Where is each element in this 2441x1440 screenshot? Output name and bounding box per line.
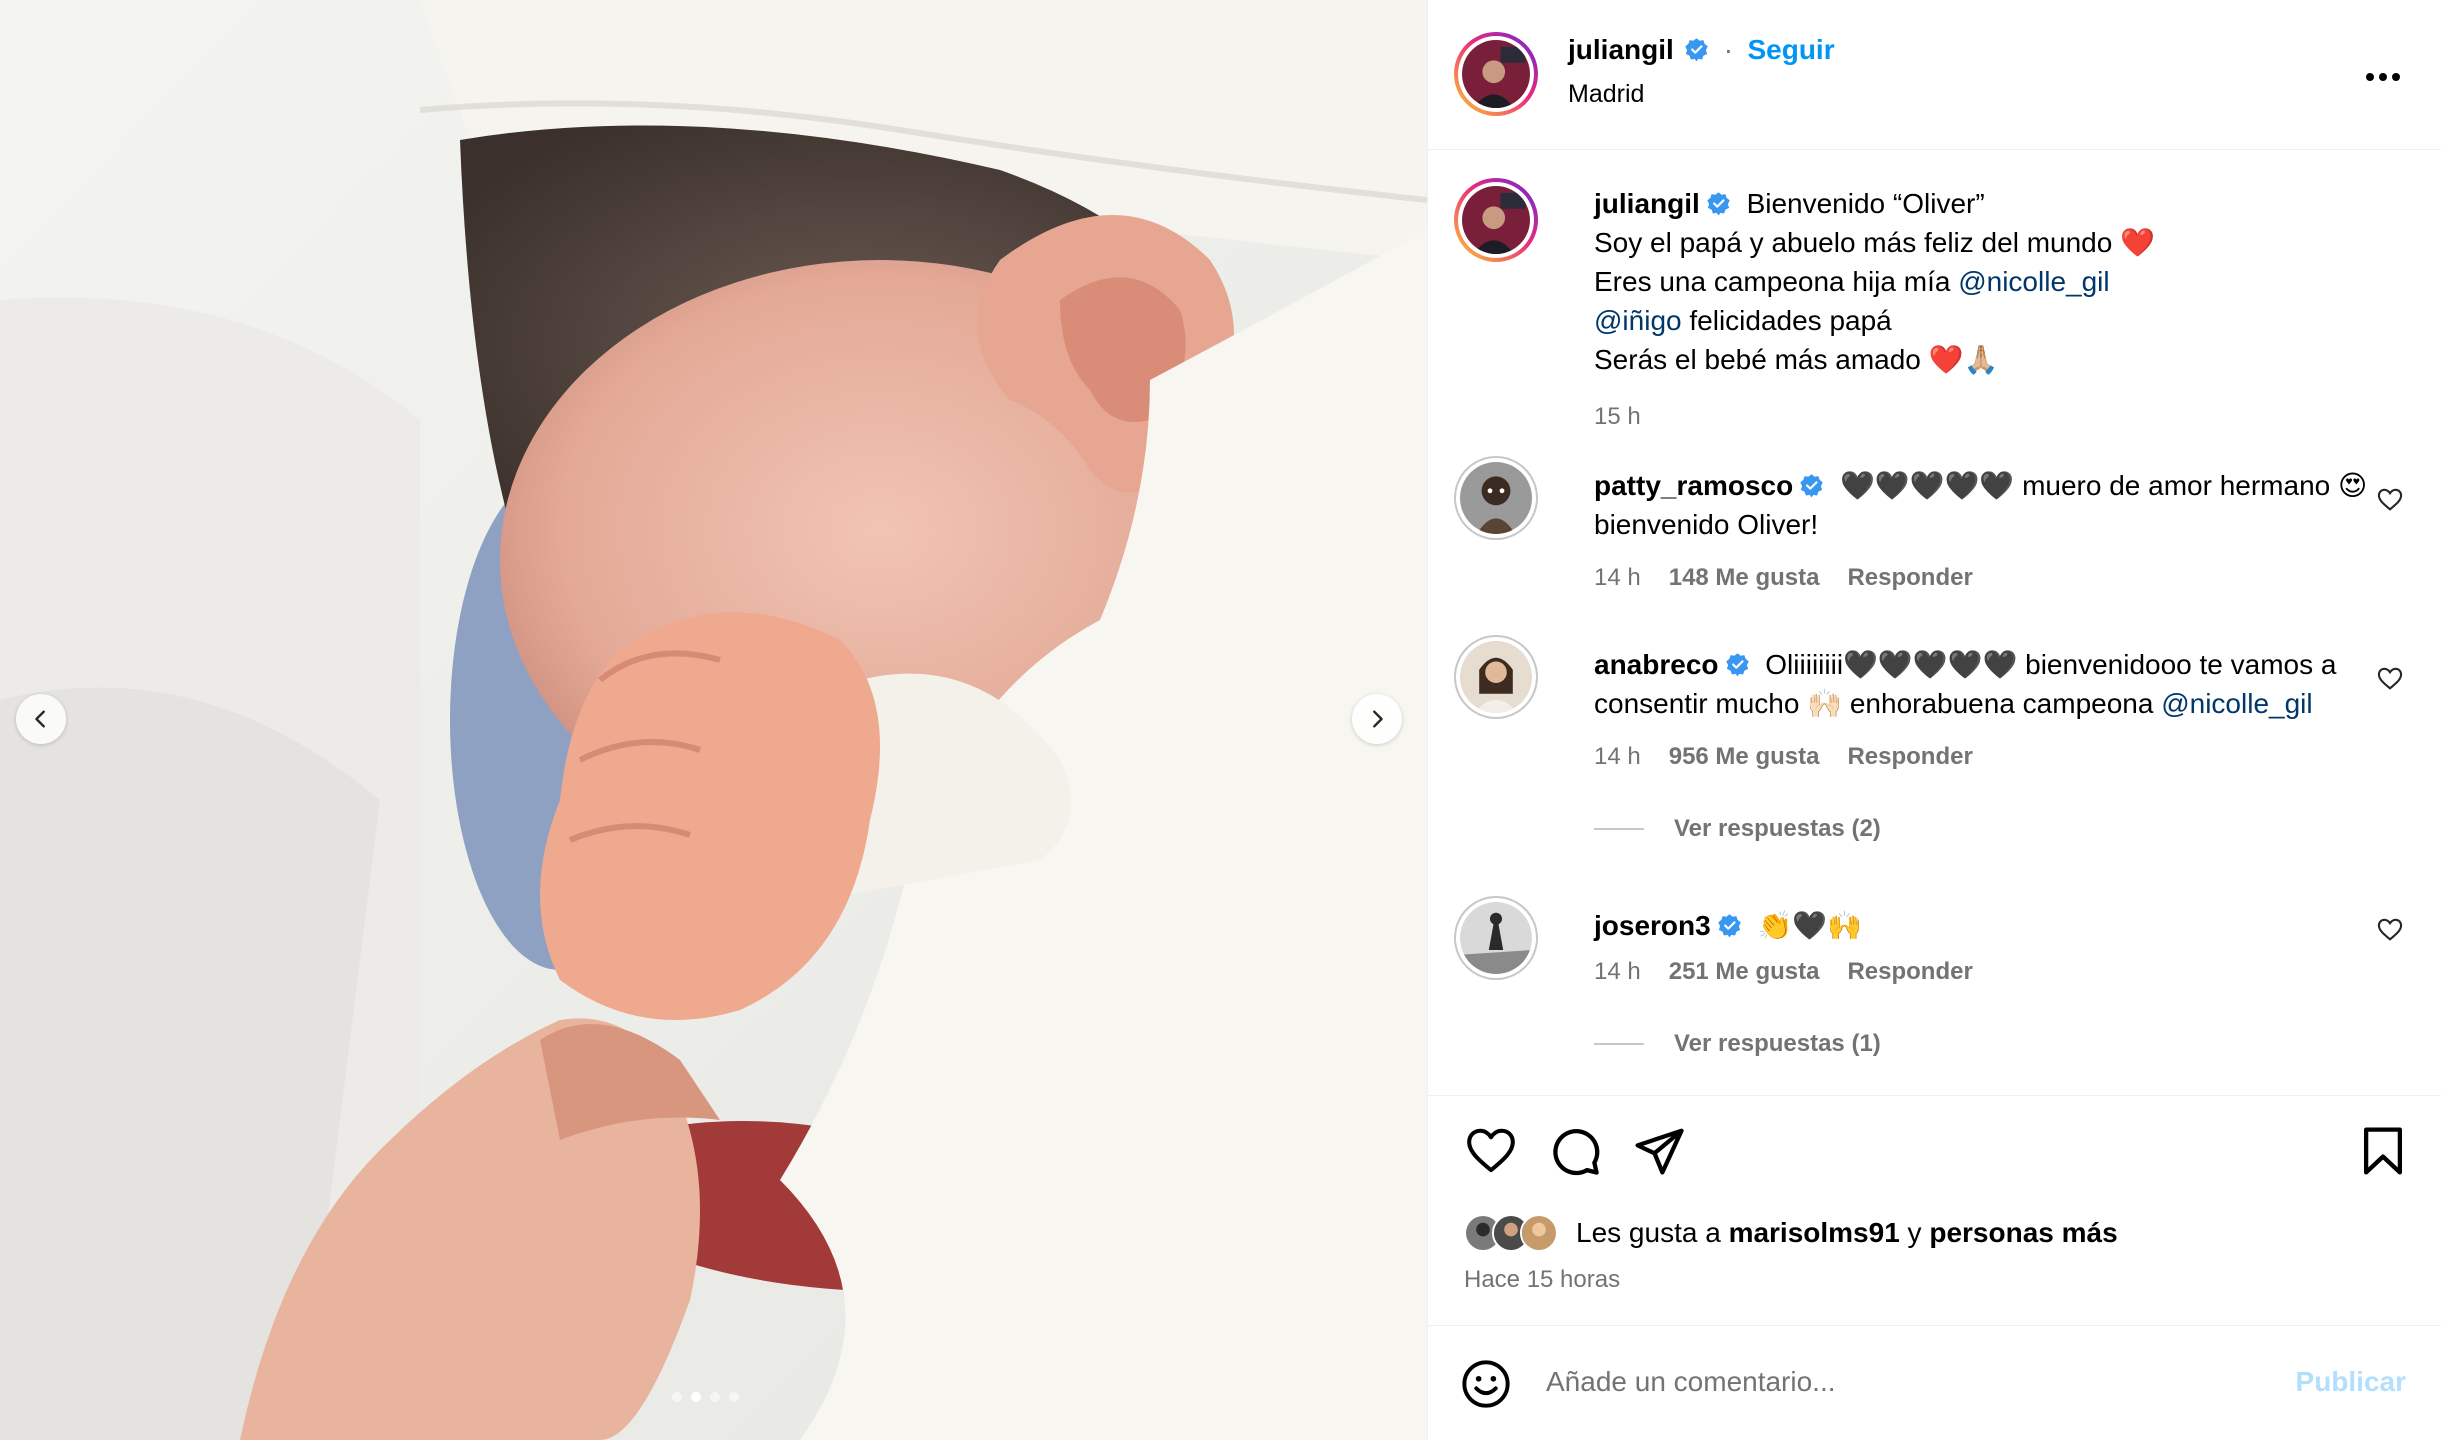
comment-meta: 14 h 956 Me gusta Responder	[1594, 743, 1973, 771]
like-comment-heart-icon[interactable]	[2376, 665, 2404, 693]
comment-meta: 14 h 251 Me gusta Responder	[1594, 958, 1973, 986]
carousel-dot	[710, 1392, 720, 1402]
author-avatar[interactable]	[1454, 32, 1538, 116]
comment-likes[interactable]: 148 Me gusta	[1669, 564, 1820, 592]
commenter-avatar[interactable]	[1454, 456, 1538, 540]
mention-link[interactable]: @nicolle_gil	[1958, 266, 2109, 297]
emoji-smiley-icon[interactable]	[1460, 1358, 1512, 1410]
carousel-next-button[interactable]	[1352, 694, 1402, 744]
view-replies-button[interactable]: Ver respuestas (1)	[1594, 1030, 1881, 1058]
verified-badge-icon	[1800, 474, 1823, 498]
post-details-panel: juliangil · Seguir Madrid juliangil Bien…	[1427, 0, 2441, 1440]
comment-bubble-icon[interactable]	[1548, 1124, 1602, 1178]
liker-avatar	[1520, 1214, 1558, 1252]
post-header: juliangil · Seguir Madrid	[1428, 0, 2441, 150]
header-separator: ·	[1723, 34, 1734, 65]
verified-badge-icon	[1707, 192, 1730, 216]
more-options-icon	[2366, 73, 2400, 81]
caption-line-5: Serás el bebé más amado ❤️🙏🏼	[1594, 344, 1999, 375]
post-actions: Les gusta a marisolms91 y personas más H…	[1428, 1095, 2441, 1325]
reply-button[interactable]: Responder	[1847, 564, 1972, 592]
caption-line-1: Bienvenido “Oliver”	[1746, 188, 1985, 219]
caption-username[interactable]: juliangil	[1594, 188, 1700, 219]
verified-badge-icon	[1717, 914, 1741, 938]
commenter-username[interactable]: anabreco	[1594, 649, 1719, 680]
replies-divider	[1594, 1043, 1644, 1045]
comment-time[interactable]: 14 h	[1594, 564, 1641, 592]
commenter-username[interactable]: joseron3	[1594, 910, 1711, 941]
comment-item: anabreco Oliiiiiiii🖤🖤🖤🖤🖤 bienvenidooo te…	[1454, 635, 2404, 845]
post-timestamp[interactable]: Hace 15 horas	[1464, 1266, 1620, 1294]
comment-body: anabreco Oliiiiiiii🖤🖤🖤🖤🖤 bienvenidooo te…	[1594, 645, 2374, 723]
bookmark-save-icon[interactable]	[2356, 1124, 2410, 1178]
carousel-indicator	[672, 1392, 739, 1402]
caption-line-4: felicidades papá	[1681, 305, 1892, 336]
commenter-avatar[interactable]	[1454, 896, 1538, 980]
likes-prefix: Les gusta a	[1576, 1217, 1729, 1248]
comment-body: joseron3 👏🖤🙌	[1594, 906, 2374, 945]
caption-line-2: Soy el papá y abuelo más feliz del mundo…	[1594, 227, 2155, 258]
verified-badge-icon	[1725, 653, 1749, 677]
comment-body: patty_ramosco 🖤🖤🖤🖤🖤 muero de amor herman…	[1594, 466, 2374, 544]
comment-text: 👏🖤🙌	[1757, 910, 1863, 941]
likes-others[interactable]: personas más	[1929, 1217, 2117, 1249]
more-options-button[interactable]	[2362, 56, 2404, 98]
like-comment-heart-icon[interactable]	[2376, 486, 2404, 514]
post-media[interactable]	[0, 0, 1427, 1440]
chevron-left-icon	[35, 710, 45, 728]
mention-link[interactable]: @nicolle_gil	[2161, 688, 2312, 719]
carousel-dot	[729, 1392, 739, 1402]
comment-likes[interactable]: 956 Me gusta	[1669, 743, 1820, 771]
carousel-prev-button[interactable]	[16, 694, 66, 744]
caption-time[interactable]: 15 h	[1594, 397, 2394, 436]
like-heart-icon[interactable]	[1464, 1124, 1518, 1178]
view-replies-button[interactable]: Ver respuestas (2)	[1594, 815, 1881, 843]
commenter-avatar[interactable]	[1454, 635, 1538, 719]
likes-user[interactable]: marisolms91	[1729, 1217, 1900, 1249]
post-location[interactable]: Madrid	[1568, 80, 1644, 109]
follow-button[interactable]: Seguir	[1747, 34, 1834, 65]
verified-badge-icon	[1685, 38, 1708, 62]
comment-likes[interactable]: 251 Me gusta	[1669, 958, 1820, 986]
commenter-username[interactable]: patty_ramosco	[1594, 470, 1793, 501]
comment-composer: Publicar	[1428, 1325, 2441, 1440]
likes-summary[interactable]: Les gusta a marisolms91 y personas más	[1464, 1214, 2118, 1252]
chevron-right-icon	[1373, 710, 1383, 728]
likes-middle: y	[1899, 1217, 1930, 1248]
comment-item: patty_ramosco 🖤🖤🖤🖤🖤 muero de amor herman…	[1454, 456, 2404, 606]
publish-button[interactable]: Publicar	[2296, 1366, 2406, 1398]
caption-line-3: Eres una campeona hija mía	[1594, 266, 1959, 297]
comment-meta: 14 h 148 Me gusta Responder	[1594, 564, 1973, 592]
mention-link[interactable]: @iñigo	[1594, 305, 1682, 336]
view-replies-label: Ver respuestas (2)	[1674, 815, 1881, 842]
reply-button[interactable]: Responder	[1847, 958, 1972, 986]
reply-button[interactable]: Responder	[1847, 743, 1972, 771]
caption-avatar[interactable]	[1454, 178, 1538, 262]
comment-time[interactable]: 14 h	[1594, 958, 1641, 986]
comment-time[interactable]: 14 h	[1594, 743, 1641, 771]
author-username[interactable]: juliangil	[1568, 34, 1674, 65]
share-send-icon[interactable]	[1632, 1124, 1686, 1178]
comment-input[interactable]	[1546, 1354, 2246, 1410]
post-photo	[0, 0, 1427, 1440]
carousel-dot	[672, 1392, 682, 1402]
like-comment-heart-icon[interactable]	[2376, 916, 2404, 944]
view-replies-label: Ver respuestas (1)	[1674, 1030, 1881, 1057]
comment-item: joseron3 👏🖤🙌 14 h 251 Me gusta Responder…	[1454, 896, 2404, 1076]
caption-text: juliangil Bienvenido “Oliver” Soy el pap…	[1594, 184, 2394, 436]
carousel-dot-active	[691, 1392, 701, 1402]
replies-divider	[1594, 828, 1644, 830]
